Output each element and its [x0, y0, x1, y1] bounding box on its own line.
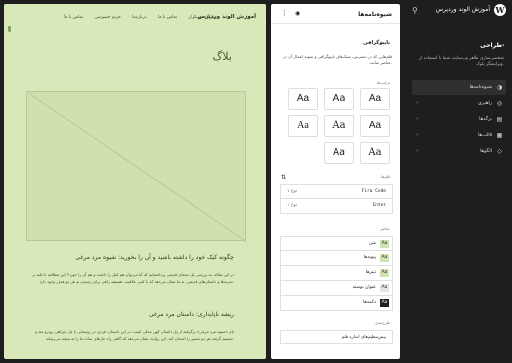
site-preview[interactable]: آموزش الوند وردپرس سوالات پرتکرار تماس ب… [4, 4, 266, 359]
aa-swatch: Aa [380, 254, 389, 262]
panel-header: ⋮ ◉ شیوه‌نامه‌ها [271, 4, 400, 24]
eye-icon[interactable]: ◉ [295, 10, 300, 17]
fonts-label: قلم‌ها [381, 174, 390, 179]
font-row[interactable]: Fira Code ۱ نوع [280, 184, 393, 199]
post-heading: ریشه ناپایداری: داستان مرد مرغی [148, 311, 234, 318]
element-row-buttons[interactable]: Aa دکمه‌ها [280, 296, 393, 311]
more-options-icon[interactable]: ⋮ [281, 9, 288, 17]
chevron-left-icon: ‹ [416, 116, 418, 122]
back-arrow-icon[interactable]: › [502, 42, 504, 49]
chevron-left-icon: ‹ [416, 148, 418, 154]
menu-item-pages[interactable]: ‹ ▤ برگه‌ها [412, 112, 506, 127]
preset-swatch[interactable]: Aa [360, 115, 390, 137]
fonts-list: Fira Code ۱ نوع Inter ۱ نوع [280, 184, 393, 214]
featured-image-placeholder [26, 91, 248, 243]
half-circle-icon: ◑ [496, 84, 503, 91]
chevron-left-icon: ‹ [416, 132, 418, 138]
nav-link[interactable]: حریم خصوصی [94, 15, 120, 20]
element-row-text[interactable]: Aa متن [280, 236, 393, 251]
aa-swatch: Aa [380, 284, 389, 292]
section-title: طراحی [480, 42, 502, 49]
preset-swatch[interactable]: Aa [360, 142, 390, 164]
menu-item-navigation[interactable]: ‹ ◎ راهبری [412, 96, 506, 111]
nav-link[interactable]: درباره‌ما [132, 15, 146, 20]
layout-label: طرح‌بندی [375, 320, 390, 325]
post-paragraph: در این مقاله، به بررسی یک معمای قدیمی پر… [31, 272, 234, 284]
post-paragraph: نام «شیوه مرد مرغی» برگرفته از یک داستان… [34, 329, 234, 341]
preset-swatch[interactable]: Aa [288, 88, 318, 110]
blog-heading: بلاگ [212, 50, 232, 63]
site-title[interactable]: آموزش الوند وردپرس [436, 6, 490, 13]
site-header: W آموزش الوند وردپرس ⚲ [406, 4, 512, 18]
preset-swatch[interactable]: Aa [324, 88, 354, 110]
section-description: شخصی‌سازی ظاهر وب‌سایت شما با استفاده از… [419, 56, 504, 67]
layout-icon: ▦ [496, 132, 503, 139]
search-icon[interactable]: ⚲ [412, 6, 422, 16]
styles-panel: ⋮ ◉ شیوه‌نامه‌ها › تایپوگرافی قلم‌هایی ک… [271, 4, 400, 359]
symbol-icon: ◇ [497, 148, 502, 155]
nav-link[interactable]: تماس با ما [158, 15, 177, 20]
preset-swatch[interactable]: Aa [324, 115, 354, 137]
design-menu: ◑ شیوه‌نامه‌ها ‹ ◎ راهبری ‹ ▤ برگه‌ها ‹ … [412, 80, 506, 160]
panel-subtitle: تایپوگرافی [363, 40, 390, 46]
admin-sidebar: W آموزش الوند وردپرس ⚲ › طراحی شخصی‌سازی… [406, 0, 512, 363]
preset-swatch[interactable]: Aa [288, 115, 318, 137]
font-settings-icon[interactable]: ⇅ [281, 174, 286, 181]
font-size-presets-row[interactable]: پیش‌تنظیم‌های اندازه قلم [280, 330, 393, 344]
navigation-icon: ◎ [496, 100, 503, 107]
placeholder-diagonal [26, 91, 248, 243]
element-row-headings[interactable]: Aa تیترها [280, 266, 393, 281]
font-row[interactable]: Inter ۱ نوع [280, 199, 393, 214]
presets-label: ترکیب‌ها [377, 80, 390, 85]
element-row-captions[interactable]: Aa عنوان نوشته [280, 281, 393, 296]
post-heading: چگونه کیک خود را داشته باشید و آن را بخو… [75, 254, 234, 261]
aa-swatch: Aa [380, 269, 389, 277]
preview-header: آموزش الوند وردپرس سوالات پرتکرار تماس ب… [4, 4, 266, 26]
panel-description: قلم‌هایی که در دسترس، سبک‌های تایپوگرافی… [282, 54, 392, 65]
nav-link[interactable]: سوالات پرتکرار [188, 15, 216, 20]
preset-swatch[interactable]: Aa [360, 88, 390, 110]
element-row-links[interactable]: Aa پیوندها [280, 251, 393, 266]
nav-link[interactable]: تماس با ما [64, 15, 83, 20]
panel-title: شیوه‌نامه‌ها [358, 11, 392, 18]
preview-nav: سوالات پرتکرار تماس با ما درباره‌ما حریم… [64, 15, 226, 20]
wordpress-logo-icon[interactable]: W [494, 4, 506, 16]
menu-item-patterns[interactable]: ‹ ◇ الگوها [412, 144, 506, 159]
chevron-left-icon: ‹ [416, 100, 418, 106]
aa-swatch: Aa [380, 299, 389, 307]
preset-swatch[interactable]: Aa [324, 142, 354, 164]
elements-list: Aa متن Aa پیوندها Aa تیترها Aa عنوان نوش… [280, 236, 393, 311]
menu-item-styles[interactable]: ◑ شیوه‌نامه‌ها [412, 80, 506, 95]
page-icon: ▤ [496, 116, 503, 123]
elements-label: عناصر [380, 226, 390, 231]
menu-item-templates[interactable]: ‹ ▦ قالب‌ها [412, 128, 506, 143]
aa-swatch: Aa [380, 240, 389, 248]
